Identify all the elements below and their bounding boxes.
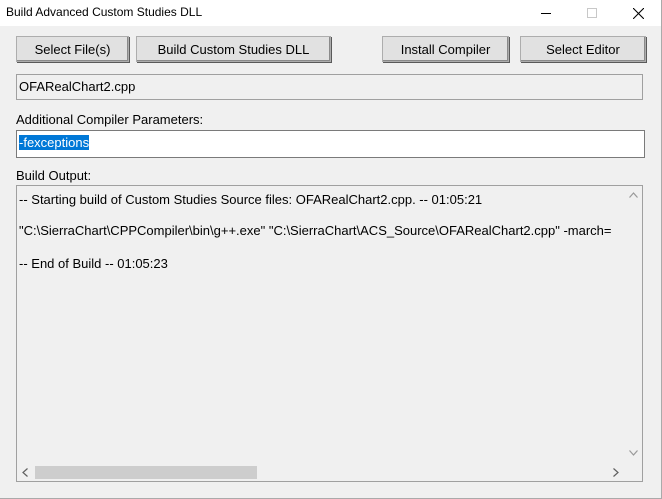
chevron-right-icon[interactable] bbox=[613, 468, 619, 477]
close-button[interactable] bbox=[615, 0, 661, 26]
build-output-label: Build Output: bbox=[16, 168, 92, 183]
compiler-params-value: -fexceptions bbox=[19, 135, 90, 150]
horizontal-scrollbar[interactable] bbox=[17, 464, 627, 481]
minimize-button[interactable] bbox=[523, 0, 569, 26]
vertical-scrollbar[interactable] bbox=[625, 186, 642, 464]
build-dll-label: Build Custom Studies DLL bbox=[157, 41, 310, 57]
build-dll-button[interactable]: Build Custom Studies DLL bbox=[136, 36, 331, 62]
output-line: "C:\SierraChart\CPPCompiler\bin\g++.exe"… bbox=[19, 223, 612, 238]
minimize-icon bbox=[541, 13, 551, 14]
chevron-left-icon[interactable] bbox=[22, 468, 28, 477]
dialog-window: Build Advanced Custom Studies DLL Select… bbox=[0, 0, 662, 499]
horizontal-scroll-thumb[interactable] bbox=[35, 466, 257, 479]
output-line: -- Starting build of Custom Studies Sour… bbox=[19, 192, 483, 207]
scrollbar-corner bbox=[625, 464, 642, 481]
chevron-up-icon[interactable] bbox=[629, 192, 638, 198]
select-files-label: Select File(s) bbox=[34, 41, 111, 57]
install-compiler-label: Install Compiler bbox=[400, 41, 491, 57]
selected-file-field: OFARealChart2.cpp bbox=[16, 74, 643, 100]
install-compiler-button[interactable]: Install Compiler bbox=[382, 36, 509, 62]
chevron-down-icon[interactable] bbox=[629, 450, 638, 456]
selected-file-text: OFARealChart2.cpp bbox=[19, 79, 136, 94]
output-line: -- End of Build -- 01:05:23 bbox=[19, 256, 168, 271]
maximize-button bbox=[569, 0, 615, 26]
close-icon bbox=[632, 7, 644, 19]
titlebar: Build Advanced Custom Studies DLL bbox=[0, 0, 661, 26]
maximize-icon bbox=[587, 8, 597, 18]
compiler-params-input[interactable]: -fexceptions bbox=[16, 130, 645, 158]
compiler-params-label: Additional Compiler Parameters: bbox=[16, 112, 204, 127]
select-editor-label: Select Editor bbox=[546, 41, 620, 57]
select-editor-button[interactable]: Select Editor bbox=[520, 36, 646, 62]
build-output-textarea[interactable]: -- Starting build of Custom Studies Sour… bbox=[16, 185, 643, 482]
window-title: Build Advanced Custom Studies DLL bbox=[6, 5, 203, 19]
select-files-button[interactable]: Select File(s) bbox=[16, 36, 129, 62]
